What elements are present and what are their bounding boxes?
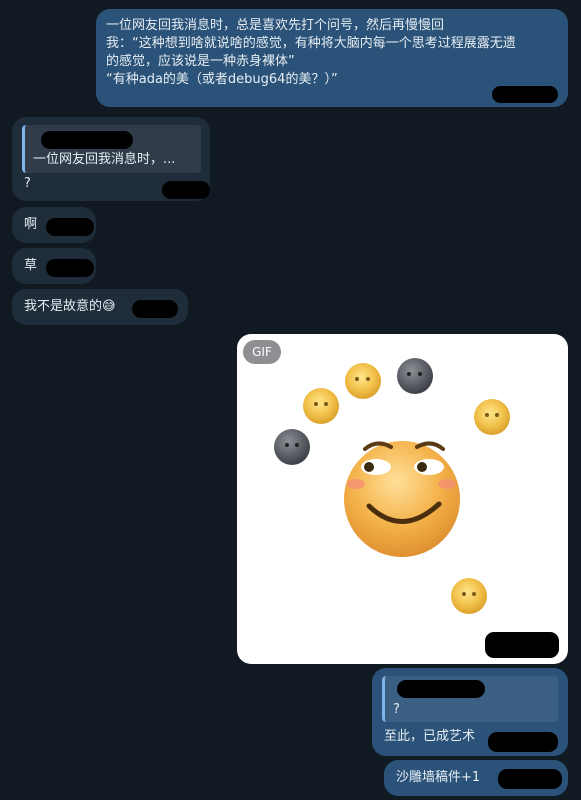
redacted-timestamp [46, 259, 94, 277]
message-text: 一位网友回我消息时，总是喜欢先打个问号，然后再慢慢回 我：“这种想到啥就说啥的感… [106, 18, 516, 87]
sun-coin-icon [345, 363, 381, 399]
redacted-timestamp [485, 632, 559, 658]
message-text: 啊 [24, 217, 38, 232]
outgoing-message[interactable]: 沙雕墙稿件+1 [384, 760, 568, 796]
message-text: 草 [24, 258, 38, 273]
outgoing-message-reply[interactable]: ? 至此，已成艺术 [372, 668, 568, 756]
reply-quote[interactable]: ? [382, 676, 558, 722]
redacted-timestamp [46, 218, 94, 236]
gif-message[interactable]: GIF [237, 334, 568, 664]
gif-animation [274, 358, 510, 614]
sun-coin-icon [451, 578, 487, 614]
message-text: 至此，已成艺术 [384, 729, 476, 744]
sun-coin-icon [303, 388, 339, 424]
incoming-message[interactable]: 我不是故意的😅 [12, 289, 188, 325]
sun-coin-icon [474, 399, 510, 435]
incoming-message[interactable]: 啊 [12, 207, 96, 243]
reply-quote[interactable]: 一位网友回我消息时，... [22, 125, 201, 173]
message-text: ? [24, 176, 31, 191]
outgoing-message-1[interactable]: 一位网友回我消息时，总是喜欢先打个问号，然后再慢慢回 我：“这种想到啥就说啥的感… [96, 9, 568, 107]
smirk-face-icon [344, 441, 460, 557]
redacted-timestamp [498, 769, 562, 789]
redacted-timestamp [488, 732, 558, 752]
redacted-timestamp [132, 300, 178, 318]
redacted-timestamp [492, 86, 558, 103]
redacted-quote-author [397, 680, 485, 698]
redacted-timestamp [162, 181, 210, 199]
redacted-quote-author [41, 131, 133, 149]
quote-text: 一位网友回我消息时，... [33, 152, 176, 167]
moon-coin-icon [274, 429, 310, 465]
message-text: 我不是故意的😅 [24, 299, 116, 314]
quote-text: ? [393, 702, 400, 717]
incoming-message-reply[interactable]: 一位网友回我消息时，... ? [12, 117, 210, 201]
moon-coin-icon [397, 358, 433, 394]
incoming-message[interactable]: 草 [12, 248, 96, 284]
message-text: 沙雕墙稿件+1 [396, 770, 481, 785]
